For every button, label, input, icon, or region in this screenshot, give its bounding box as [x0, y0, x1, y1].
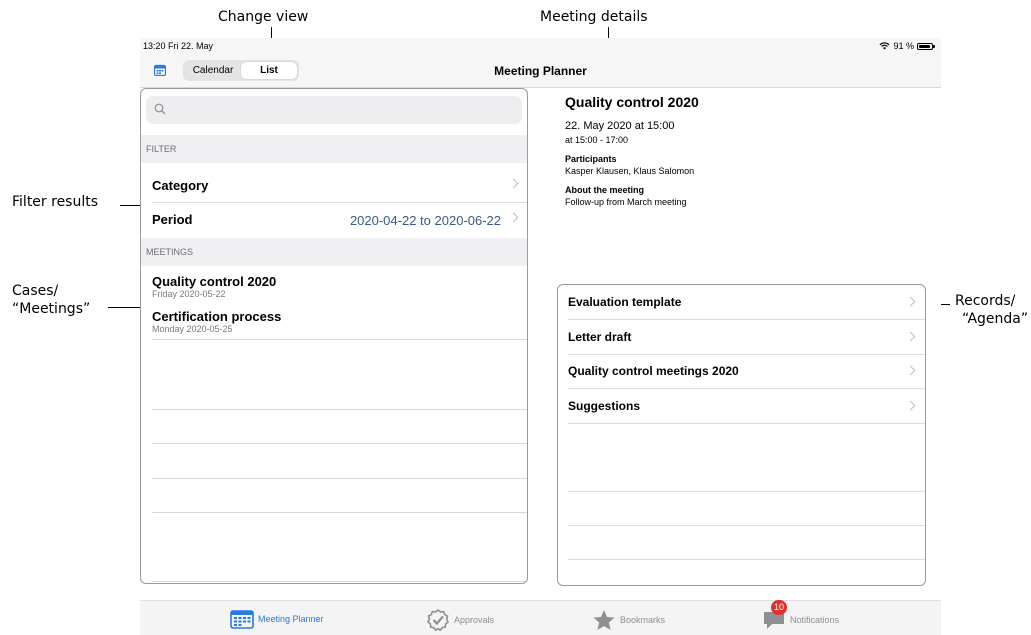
about-heading: About the meeting	[565, 185, 644, 195]
about-value: Follow-up from March meeting	[565, 197, 687, 207]
divider	[152, 478, 527, 479]
period-value: 2020-04-22 to 2020-06-22	[349, 213, 501, 228]
status-bar: 13:20 Fri 22. May 91 %	[140, 38, 941, 56]
annotation-cases-line1: Cases/	[12, 283, 59, 299]
record-label: Letter draft	[568, 330, 632, 344]
chevron-right-icon	[905, 296, 916, 307]
calendar-icon	[230, 610, 254, 629]
page-title: Meeting Planner	[494, 64, 587, 78]
battery-percent: 91 %	[893, 41, 914, 51]
meeting-date: Friday 2020-05-22	[152, 289, 226, 299]
status-right: 91 %	[879, 41, 935, 51]
divider	[152, 512, 527, 513]
details-title: Quality control 2020	[565, 94, 699, 110]
divider	[152, 581, 527, 582]
record-label: Suggestions	[568, 399, 641, 413]
annotation-cases-line2: “Meetings”	[12, 301, 91, 317]
annotation-filter-results: Filter results	[12, 194, 99, 210]
divider	[568, 423, 925, 424]
annotation-meeting-details: Meeting details	[540, 9, 648, 25]
annotation-records-line1: Records/	[955, 293, 1016, 309]
meeting-title: Certification process	[152, 309, 282, 324]
meetings-section-header: MEETINGS	[141, 238, 527, 266]
notifications-icon-wrap: 10	[762, 600, 788, 631]
ipad-screen: 13:20 Fri 22. May 91 % Calendar List Mee…	[140, 38, 941, 635]
tab-label: Approvals	[454, 615, 495, 625]
chevron-right-icon	[905, 331, 916, 342]
chevron-right-icon	[508, 212, 519, 223]
divider	[568, 491, 925, 492]
meeting-title: Quality control 2020	[152, 274, 277, 289]
annotation-change-view: Change view	[218, 9, 309, 25]
status-time: 13:20 Fri 22. May	[143, 41, 214, 51]
filter-category-row[interactable]: Category	[141, 168, 527, 202]
category-label: Category	[152, 178, 209, 193]
tab-label: Notifications	[790, 615, 840, 625]
tab-bar: Meeting Planner Approvals Bookmarks 10 N…	[140, 600, 941, 635]
chevron-right-icon	[905, 400, 916, 411]
divider	[568, 559, 925, 560]
divider	[152, 409, 527, 410]
star-icon	[593, 610, 615, 630]
details-time: at 15:00 - 17:00	[565, 135, 629, 145]
tab-label: Bookmarks	[620, 615, 666, 625]
details-date: 22. May 2020 at 15:00	[565, 120, 675, 132]
record-row[interactable]: Evaluation template	[568, 285, 916, 320]
filter-period-row[interactable]: Period 2020-04-22 to 2020-06-22	[141, 202, 527, 236]
meeting-list-panel: FILTER Category Period 2020-04-22 to 202…	[140, 88, 528, 584]
divider	[152, 339, 527, 340]
search-icon	[154, 103, 166, 115]
filter-section-header: FILTER	[141, 135, 527, 163]
tab-bookmarks[interactable]: Bookmarks	[592, 609, 665, 631]
record-row[interactable]: Suggestions	[568, 389, 916, 424]
chevron-right-icon	[905, 365, 916, 376]
tab-meeting-planner[interactable]: Meeting Planner	[230, 609, 324, 629]
tab-label: Meeting Planner	[258, 614, 324, 624]
wifi-icon	[879, 42, 891, 50]
record-row[interactable]: Quality control meetings 2020	[568, 354, 916, 389]
annotation-records-line2: “Agenda”	[962, 311, 1029, 327]
participants-value: Kasper Klausen, Klaus Salomon	[565, 166, 695, 176]
participants-heading: Participants	[565, 154, 617, 164]
tab-notifications[interactable]: 10 Notifications	[762, 600, 840, 631]
list-item-meeting[interactable]: Certification process Monday 2020-05-25	[152, 309, 281, 335]
meeting-date: Monday 2020-05-25	[152, 324, 233, 334]
period-label: Period	[152, 212, 193, 227]
chevron-right-icon	[508, 178, 519, 189]
records-panel: Evaluation template Letter draft Quality…	[557, 284, 926, 586]
meeting-details: Quality control 2020 22. May 2020 at 15:…	[565, 94, 699, 207]
record-label: Evaluation template	[568, 295, 682, 309]
divider	[568, 525, 925, 526]
search-input[interactable]	[146, 96, 522, 124]
record-row[interactable]: Letter draft	[568, 320, 916, 355]
navigation-bar: Calendar List Meeting Planner	[140, 56, 941, 88]
approval-check-icon	[427, 609, 449, 631]
divider	[152, 443, 527, 444]
record-label: Quality control meetings 2020	[568, 364, 739, 378]
notification-badge: 10	[771, 600, 788, 615]
tab-approvals[interactable]: Approvals	[426, 609, 494, 631]
battery-icon	[917, 42, 935, 50]
list-item-meeting[interactable]: Quality control 2020 Friday 2020-05-22	[152, 274, 276, 300]
